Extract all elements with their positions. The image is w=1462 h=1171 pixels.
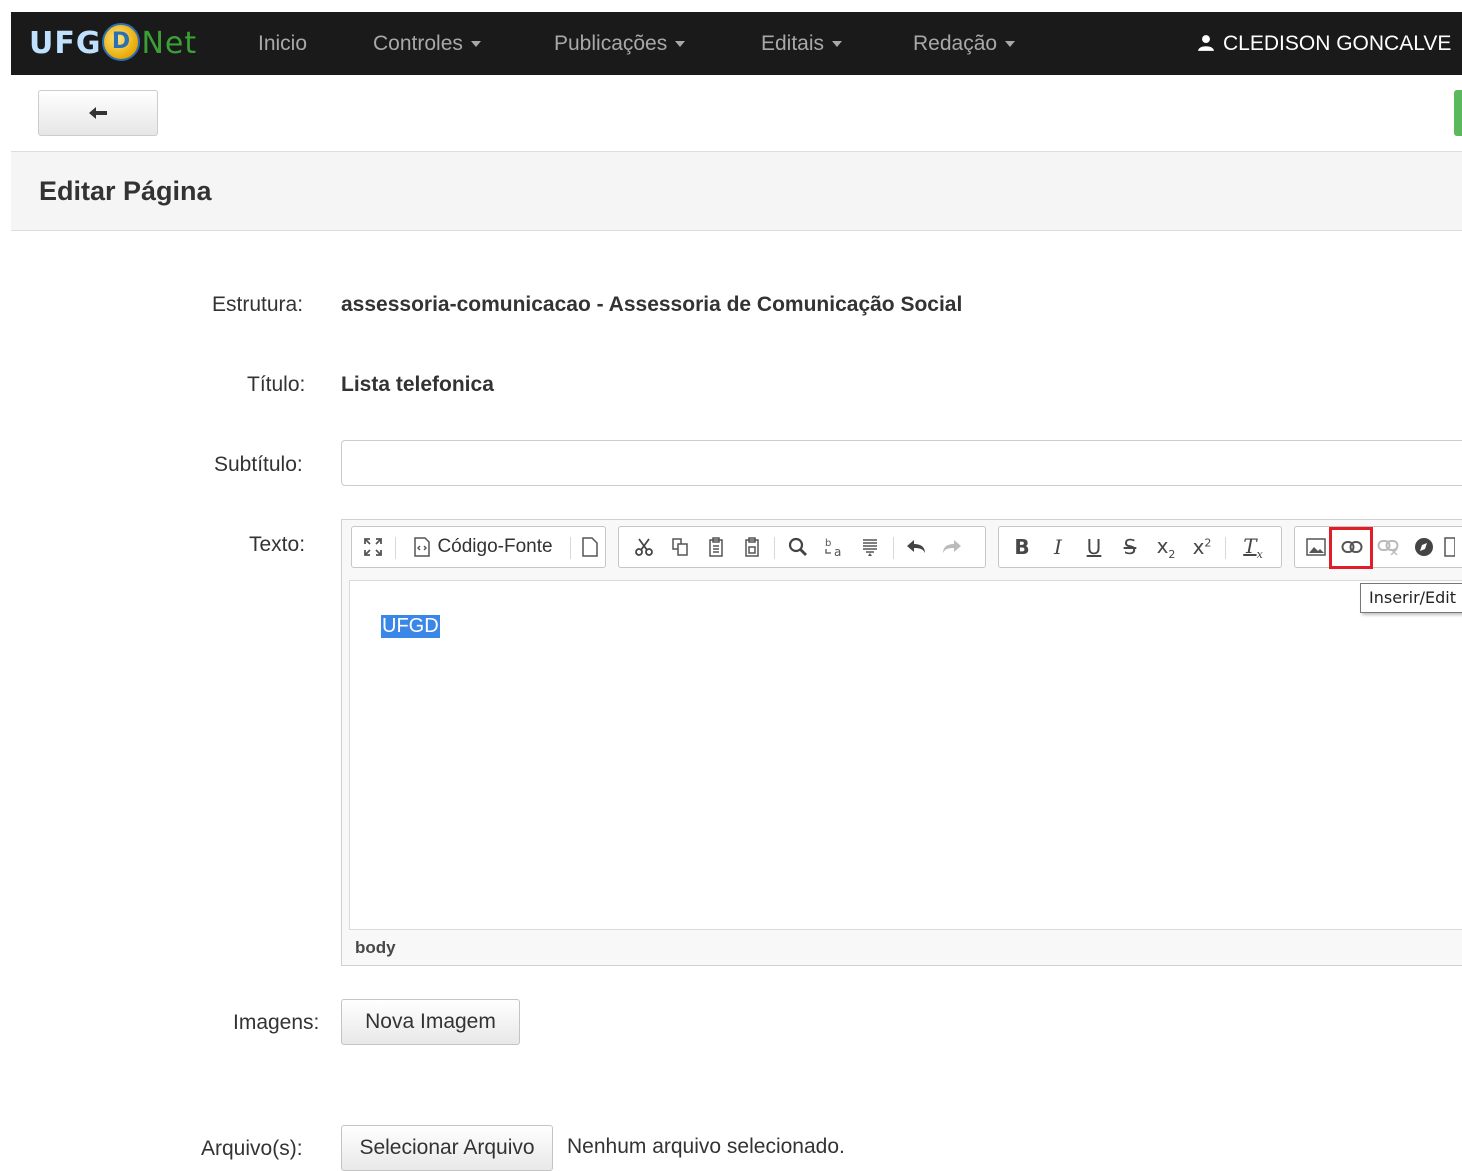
save-button-edge[interactable] xyxy=(1454,90,1462,136)
source-code-button[interactable]: Código-Fonte xyxy=(402,527,564,567)
undo-button[interactable] xyxy=(899,527,933,567)
strike-button[interactable]: S xyxy=(1113,527,1147,567)
subtitulo-label: Subtítulo: xyxy=(214,453,303,476)
toolbar-group-format: B I U S x2 x2 Tx xyxy=(998,526,1282,568)
subscript-icon: x2 xyxy=(1156,533,1176,561)
selected-text[interactable]: UFGD xyxy=(381,615,440,638)
selecionar-arquivo-button[interactable]: Selecionar Arquivo xyxy=(341,1125,553,1171)
select-all-button[interactable] xyxy=(853,527,887,567)
replace-icon: ba xyxy=(825,538,841,558)
subtitulo-input[interactable] xyxy=(341,440,1462,486)
back-button[interactable] xyxy=(38,90,158,136)
nav-publicacoes[interactable]: Publicações xyxy=(554,12,686,75)
remove-format-icon: Tx xyxy=(1243,533,1263,561)
redo-icon xyxy=(943,540,961,553)
undo-icon xyxy=(907,540,925,553)
caret-down-icon xyxy=(832,41,843,48)
superscript-button[interactable]: x2 xyxy=(1185,527,1219,567)
copy-icon xyxy=(672,538,688,556)
panel-header: Editar Página xyxy=(11,151,1462,231)
unlink-icon xyxy=(1377,540,1399,555)
image-button[interactable] xyxy=(1299,527,1333,567)
paste-word-button[interactable] xyxy=(735,527,769,567)
strikethrough-icon: S xyxy=(1123,535,1137,559)
toolbar-group-document: Código-Fonte xyxy=(351,526,606,568)
arquivos-label: Arquivo(s): xyxy=(201,1137,303,1160)
table-icon xyxy=(1444,537,1455,557)
ufgdnet-logo[interactable]: UFG D Net xyxy=(29,22,197,62)
titulo-label: Título: xyxy=(247,373,306,396)
arrow-left-icon xyxy=(89,107,107,119)
paste-word-icon xyxy=(745,537,759,557)
subscript-button[interactable]: x2 xyxy=(1149,527,1183,567)
svg-text:b: b xyxy=(825,538,831,549)
nav-editais[interactable]: Editais xyxy=(761,12,843,75)
rich-text-editor: Código-Fonte ba B I U S x2 x2 Tx UFGD bo… xyxy=(341,519,1462,966)
find-button[interactable] xyxy=(781,527,815,567)
new-page-icon xyxy=(582,537,598,557)
top-navbar: UFG D Net Inicio Controles Publicações Edi… xyxy=(11,12,1462,75)
toolbar-group-clipboard: ba xyxy=(618,526,986,568)
nova-imagem-button[interactable]: Nova Imagem xyxy=(341,999,520,1045)
bold-button[interactable]: B xyxy=(1005,527,1039,567)
nav-redacao[interactable]: Redação xyxy=(913,12,1016,75)
nav-controles[interactable]: Controles xyxy=(373,12,481,75)
italic-icon: I xyxy=(1054,535,1062,559)
caret-down-icon xyxy=(470,41,481,48)
underline-icon: U xyxy=(1086,535,1102,559)
table-button[interactable] xyxy=(1443,527,1455,567)
underline-button[interactable]: U xyxy=(1077,527,1111,567)
element-path[interactable]: body xyxy=(355,938,396,958)
maximize-icon xyxy=(364,538,382,556)
file-status-text: Nenhum arquivo selecionado. xyxy=(567,1135,845,1158)
link-button[interactable] xyxy=(1335,527,1369,567)
bold-icon: B xyxy=(1014,535,1030,559)
link-icon xyxy=(1341,541,1363,553)
redo-button[interactable] xyxy=(935,527,969,567)
compass-icon xyxy=(1415,538,1433,556)
estrutura-label: Estrutura: xyxy=(212,293,304,316)
paste-icon xyxy=(709,537,723,557)
texto-label: Texto: xyxy=(249,533,306,556)
copy-button[interactable] xyxy=(663,527,697,567)
source-code-icon xyxy=(414,537,431,557)
titulo-value: Lista telefonica xyxy=(341,373,494,396)
superscript-icon: x2 xyxy=(1192,535,1212,559)
link-tooltip: Inserir/Edit xyxy=(1360,583,1462,613)
cut-button[interactable] xyxy=(627,527,661,567)
estrutura-value: assessoria-comunicacao - Assessoria de C… xyxy=(341,293,963,316)
remove-format-button[interactable]: Tx xyxy=(1233,527,1273,567)
new-page-button[interactable] xyxy=(576,527,604,567)
paste-button[interactable] xyxy=(699,527,733,567)
italic-button[interactable]: I xyxy=(1041,527,1075,567)
editor-content-area[interactable]: UFGD xyxy=(349,580,1462,930)
globe-icon: D xyxy=(102,22,141,61)
select-all-icon xyxy=(863,539,877,556)
search-icon xyxy=(788,537,807,556)
unlink-button[interactable] xyxy=(1371,527,1405,567)
user-icon xyxy=(1198,35,1214,51)
svg-text:a: a xyxy=(834,545,841,558)
user-menu[interactable]: CLEDISON GONCALVE xyxy=(1197,12,1451,75)
scissors-icon xyxy=(635,538,653,556)
anchor-button[interactable] xyxy=(1407,527,1441,567)
image-icon xyxy=(1306,538,1326,556)
toolbar-group-insert xyxy=(1294,526,1462,568)
page-title: Editar Página xyxy=(39,176,212,206)
imagens-label: Imagens: xyxy=(233,1011,320,1034)
caret-down-icon xyxy=(1005,41,1016,48)
nav-inicio[interactable]: Inicio xyxy=(258,12,307,75)
maximize-button[interactable] xyxy=(356,527,390,567)
replace-button[interactable]: ba xyxy=(817,527,851,567)
caret-down-icon xyxy=(675,41,686,48)
